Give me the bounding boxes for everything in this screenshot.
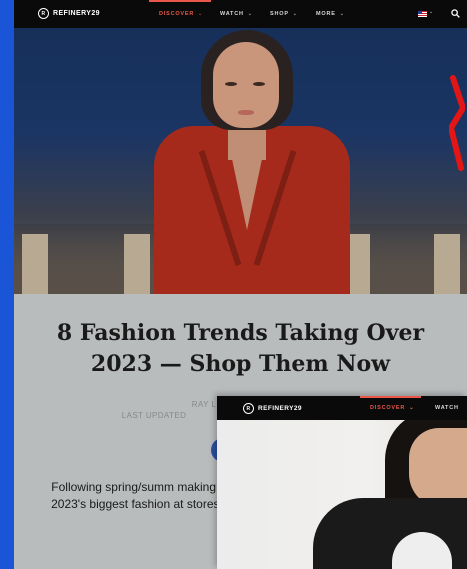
logo-mark-icon: R xyxy=(38,8,49,19)
overlay-hero-image xyxy=(217,420,467,569)
coat-neckline xyxy=(228,140,266,230)
pillar xyxy=(22,234,48,294)
chevron-down-icon: ⌄ xyxy=(247,11,253,17)
red-x-mark-icon xyxy=(449,75,465,171)
hero-image xyxy=(14,28,467,294)
chevron-down-icon: ⌄ xyxy=(409,405,415,411)
model-face xyxy=(213,42,279,128)
top-nav: R REFINERY29 DISCOVER ⌄ WATCH ⌄ SHOP ⌄ MORE… xyxy=(14,0,467,28)
overlay-nav-item-watch[interactable]: WATCH xyxy=(435,396,459,420)
eye xyxy=(225,82,237,86)
overlay-logo[interactable]: R REFINERY29 xyxy=(243,403,302,414)
pillar xyxy=(124,234,150,294)
overlay-window[interactable]: R REFINERY29 DISCOVER ⌄ WATCH xyxy=(217,396,467,569)
pillar xyxy=(434,234,460,294)
search-icon[interactable] xyxy=(451,9,460,18)
lips xyxy=(238,110,254,115)
model-face xyxy=(409,428,467,508)
nav-item-shop[interactable]: SHOP ⌄ xyxy=(270,0,298,28)
nav-item-more[interactable]: MORE ⌄ xyxy=(316,0,345,28)
chevron-down-icon: ⌄ xyxy=(198,11,204,17)
logo-text: REFINERY29 xyxy=(258,405,302,412)
nav-item-watch[interactable]: WATCH ⌄ xyxy=(220,0,253,28)
logo-text: REFINERY29 xyxy=(53,10,100,17)
us-flag-icon[interactable] xyxy=(418,11,427,17)
eye xyxy=(253,82,265,86)
nav-item-discover[interactable]: DISCOVER ⌄ xyxy=(148,0,212,28)
chevron-down-icon: ⌄ xyxy=(429,9,434,15)
article-headline: 8 Fashion Trends Taking Over 2023 — Shop… xyxy=(56,320,425,377)
chevron-down-icon: ⌄ xyxy=(339,11,345,17)
overlay-nav-item-discover[interactable]: DISCOVER ⌄ xyxy=(360,396,421,420)
site-logo[interactable]: R REFINERY29 xyxy=(38,8,100,19)
overlay-nav: R REFINERY29 DISCOVER ⌄ WATCH xyxy=(217,396,467,420)
chevron-down-icon: ⌄ xyxy=(292,11,298,17)
logo-mark-icon: R xyxy=(243,403,254,414)
